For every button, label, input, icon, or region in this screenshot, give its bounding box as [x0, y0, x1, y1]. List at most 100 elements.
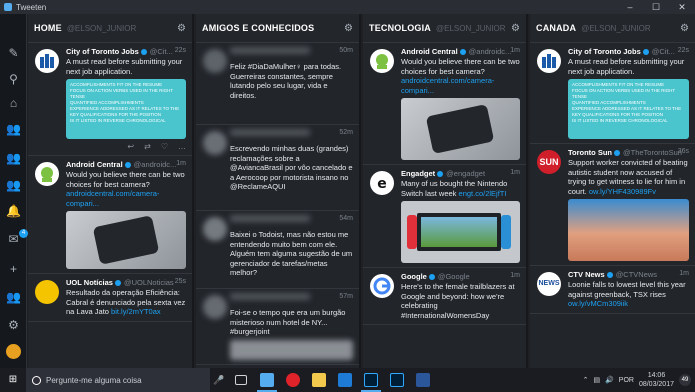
language-indicator[interactable]: POR [619, 377, 634, 384]
column-header[interactable]: AMIGOS E CONHECIDOS ⚙ [196, 14, 359, 43]
column-settings-icon[interactable]: ⚙ [511, 23, 520, 34]
tweet-link[interactable]: ow.ly/vMCm309iik [568, 299, 628, 308]
search-box[interactable]: Pergunte-me alguma coisa [26, 368, 210, 392]
tweet-image[interactable] [66, 211, 186, 269]
avatar [203, 49, 227, 73]
tweet[interactable]: Google @Google 1m Here's to the female tr… [363, 268, 526, 325]
taskbar-app-photoshop-2[interactable] [384, 368, 410, 392]
tweet-time: 25s [174, 278, 186, 285]
tweet[interactable]: Android Central @androidc... 1m Would you… [363, 43, 526, 165]
maximize-button[interactable]: ☐ [643, 0, 669, 14]
start-button[interactable]: ⊞ [0, 368, 26, 392]
tweet-image[interactable] [230, 339, 353, 360]
users-icon[interactable]: 👥 [6, 122, 21, 137]
tweet-author [230, 47, 310, 54]
tweet-link[interactable]: bit.ly/2mYT0ax [111, 307, 161, 316]
accounts-icon[interactable]: 👥 [6, 290, 21, 305]
tweet-author: Android Central @androidc... [401, 47, 512, 56]
job-card-line: IS IT LISTED IN REVERSE CHRONOLOGICAL [70, 118, 166, 123]
column-header[interactable]: TECNOLOGIA @ELSON_JUNIOR ⚙ [363, 14, 526, 43]
tweet-text: Here's to the female trailblazers at Goo… [401, 282, 515, 320]
chevron-up-icon[interactable]: ⌃ [583, 376, 589, 384]
column-header[interactable]: HOME @ELSON_JUNIOR ⚙ [28, 14, 192, 43]
minimize-button[interactable]: – [617, 0, 643, 14]
tweet-image[interactable] [401, 98, 520, 160]
tweet-link[interactable]: engt.co/2lEjfTI [459, 189, 507, 198]
tweet-time: 1m [510, 272, 520, 279]
tweet[interactable]: Android Central @androidc... 1m Would you… [28, 156, 192, 274]
tweet-author [230, 293, 310, 300]
tweet[interactable]: City of Toronto Jobs @Cit... 22s A must r… [28, 43, 192, 156]
taskbar-app-store[interactable] [332, 368, 358, 392]
tweet-author [230, 129, 310, 136]
taskbar: ⊞ Pergunte-me alguma coisa 🎤 ⌃ ▤ 🔊 POR 1… [0, 368, 695, 392]
tweet-author: Toronto Sun @TheTorontoSun [568, 148, 682, 157]
compose-icon[interactable]: ✎ [6, 46, 21, 61]
close-button[interactable]: ✕ [669, 0, 695, 14]
tweet-author: City of Toronto Jobs @Cit... [568, 47, 675, 56]
avatar[interactable] [6, 344, 21, 359]
network-icon[interactable]: ▤ [593, 376, 600, 384]
tweet[interactable]: NEWS CTV News @CTVNews 1m Loonie falls to… [530, 266, 695, 314]
taskbar-app-word[interactable] [410, 368, 436, 392]
clock-date: 08/03/2017 [638, 381, 674, 388]
column-tecnologia: TECNOLOGIA @ELSON_JUNIOR ⚙ Android Centr… [363, 14, 528, 368]
tweet[interactable]: City of Toronto Jobs @Cit... 22s A must r… [530, 43, 695, 144]
more-icon[interactable]: … [178, 142, 186, 151]
avatar [35, 280, 59, 304]
tweet-time: 22s [677, 47, 689, 54]
tweet-author: Engadget @engadget [401, 169, 486, 178]
tweet-text: Resultado da operação Eficiência: Cabral… [66, 288, 186, 316]
clock-time: 14:06 [647, 372, 666, 379]
tweet[interactable]: 50m Feliz #DiaDaMulher♀ para todas. Guer… [196, 43, 359, 125]
avatar [370, 49, 394, 73]
tweet[interactable]: 52m Escrevendo minhas duas (grandes) rec… [196, 125, 359, 211]
taskbar-app-photoshop[interactable] [358, 368, 384, 392]
tweet-link[interactable]: androidcentral.com/camera-compari... [66, 189, 159, 208]
tweet-image[interactable] [401, 201, 520, 263]
job-card-image[interactable]: ACCOMPLISHMENTS FIT ON THE RESUME FOCUS … [568, 79, 689, 139]
messages-icon[interactable]: ✉ 4 [6, 229, 28, 247]
taskbar-app-explorer[interactable] [306, 368, 332, 392]
notifications-icon[interactable]: 🔔 [6, 204, 21, 219]
home-icon[interactable]: ⌂ [6, 96, 21, 111]
taskbar-app-tweeten[interactable] [254, 368, 280, 392]
tweet-link[interactable]: androidcentral.com/camera-compari... [401, 76, 494, 95]
tweet[interactable]: SUN Toronto Sun @TheTorontoSun 36s Suppor… [530, 144, 695, 266]
title-bar: Tweeten – ☐ ✕ [0, 0, 695, 14]
volume-icon[interactable]: 🔊 [605, 376, 614, 384]
add-column-icon[interactable]: + [6, 262, 21, 277]
task-view-button[interactable] [228, 368, 254, 392]
like-icon[interactable]: ♡ [161, 142, 168, 151]
tweet-link[interactable]: ow.ly/YHF430989Fv [589, 187, 656, 196]
column-title: HOME [34, 23, 62, 33]
tweet-text: Support worker convicted of beating auti… [568, 158, 688, 196]
svg-text:e: e [377, 176, 387, 192]
tweet[interactable]: 57m Foi-se o tempo que era um burgão mis… [196, 289, 359, 365]
ctv-news-logo: NEWS [537, 272, 561, 296]
column-settings-icon[interactable]: ⚙ [177, 23, 186, 34]
reply-icon[interactable]: ↩ [127, 142, 134, 151]
notification-center-button[interactable]: 49 [679, 374, 691, 386]
retweet-icon[interactable]: ⇄ [144, 142, 151, 151]
messages-badge: 4 [19, 229, 28, 238]
settings-icon[interactable]: ⚙ [6, 318, 21, 333]
tweet-text: Would you believe there can be two choic… [401, 57, 520, 95]
tweet[interactable]: e Engadget @engadget 1m Many of us bought… [363, 165, 526, 268]
column-header[interactable]: CANADA @ELSON_JUNIOR ⚙ [530, 14, 695, 43]
tweet-author: UOL Notícias @UOLNoticias [66, 278, 174, 287]
tweet[interactable]: 54m Baixei o Todoist, mas não estou me e… [196, 211, 359, 289]
users-icon-2[interactable]: 👥 [6, 151, 21, 166]
taskbar-app-opera[interactable] [280, 368, 306, 392]
sidebar: ✎ ⚲ ⌂ 👥 👥 👥 🔔 ✉ 4 + 👥 ⚙ [0, 14, 28, 368]
job-card-image[interactable]: ACCOMPLISHMENTS FIT ON THE RESUME FOCUS … [66, 79, 186, 139]
column-settings-icon[interactable]: ⚙ [680, 23, 689, 34]
tweet-time: 50m [339, 47, 353, 54]
column-settings-icon[interactable]: ⚙ [344, 23, 353, 34]
users-icon-3[interactable]: 👥 [6, 178, 21, 193]
clock[interactable]: 14:06 08/03/2017 [639, 371, 674, 389]
tweet-image[interactable] [568, 199, 689, 261]
tweet[interactable]: UOL Notícias @UOLNoticias 25s Resultado d… [28, 274, 192, 322]
microphone-icon[interactable]: 🎤 [210, 375, 228, 386]
search-icon[interactable]: ⚲ [6, 72, 21, 87]
